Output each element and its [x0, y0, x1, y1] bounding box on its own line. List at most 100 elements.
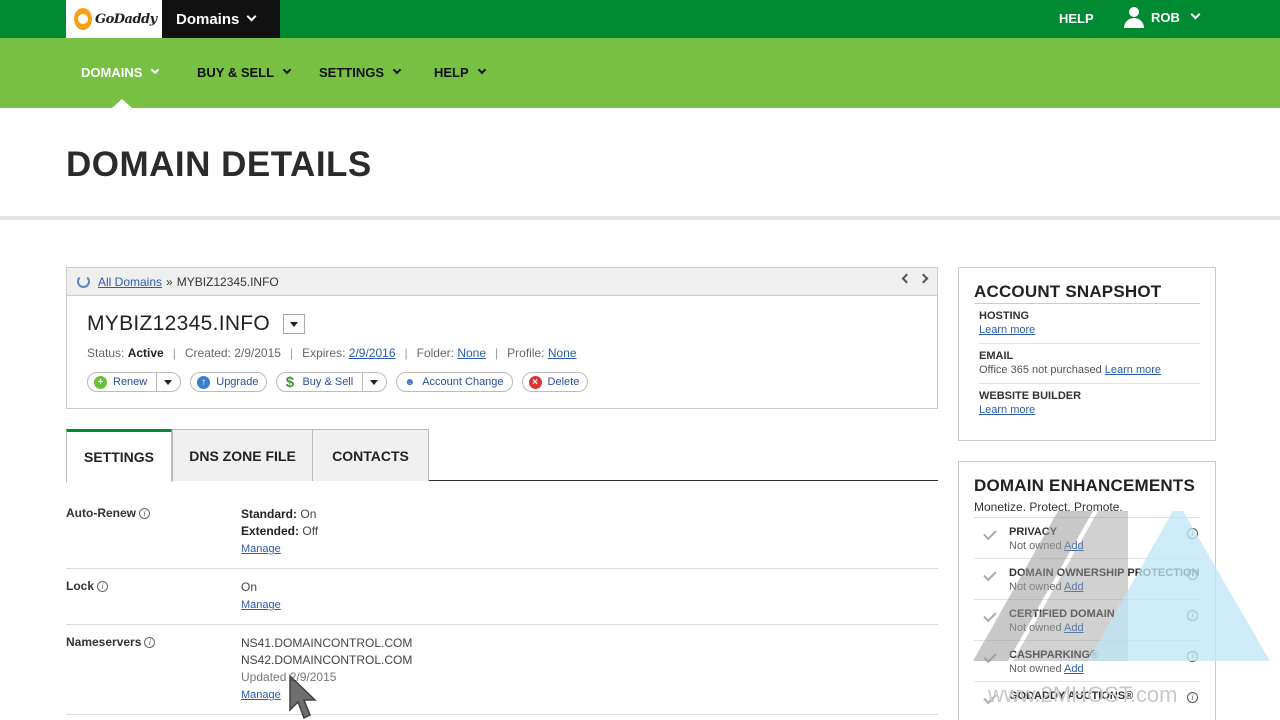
enhancement-status: Not owned: [1009, 581, 1062, 593]
enhancement-status: Not owned: [1009, 540, 1062, 552]
user-menu[interactable]: ROB: [1122, 6, 1201, 28]
snapshot-item-label: EMAIL: [979, 350, 1014, 362]
chevron-down-icon: [282, 65, 292, 74]
product-label: Domains: [176, 10, 240, 28]
help-icon[interactable]: i: [144, 636, 156, 648]
separator: |: [404, 346, 408, 360]
renew-button[interactable]: + Renew: [87, 372, 182, 392]
nav-item-domains[interactable]: DOMAINS: [81, 65, 160, 80]
enhancement-add-link[interactable]: Add: [1064, 663, 1084, 675]
website-builder-learn-more-link[interactable]: Learn more: [979, 404, 1035, 416]
upgrade-label: Upgrade: [216, 376, 259, 388]
tab-settings[interactable]: SETTINGS: [66, 429, 172, 482]
chevron-right-icon[interactable]: [918, 273, 929, 284]
all-domains-link[interactable]: All Domains: [98, 275, 162, 289]
auto-renew-manage-link[interactable]: Manage: [241, 541, 318, 558]
help-icon[interactable]: i: [1187, 569, 1198, 580]
enhancement-certified-domain: CERTIFIED DOMAIN Not owned Add i: [974, 600, 1200, 641]
email-desc: Office 365 not purchased: [979, 364, 1102, 376]
nameservers-value: NS41.DOMAINCONTROL.COM NS42.DOMAINCONTRO…: [241, 635, 412, 704]
hosting-learn-more-link[interactable]: Learn more: [979, 324, 1035, 336]
folder-link[interactable]: None: [457, 346, 486, 360]
nameservers-manage-link[interactable]: Manage: [241, 687, 412, 704]
account-change-button[interactable]: ☻ Account Change: [396, 372, 513, 392]
caret-down-icon: [164, 379, 173, 385]
snapshot-item-label: WEBSITE BUILDER: [979, 390, 1082, 402]
breadcrumb-current: MYBIZ12345.INFO: [176, 274, 279, 289]
status-value: Active: [127, 346, 164, 360]
domain-pager: [901, 273, 929, 284]
user-icon: [1122, 6, 1146, 28]
product-switcher[interactable]: Domains: [162, 0, 280, 38]
email-learn-more-link[interactable]: Learn more: [1105, 364, 1161, 376]
enhancement-add-link[interactable]: Add: [1064, 540, 1084, 552]
nameservers-updated: Updated 2/9/2015: [241, 670, 337, 684]
help-icon[interactable]: i: [1187, 651, 1198, 662]
chevron-down-icon: [477, 65, 486, 74]
tab-contacts[interactable]: CONTACTS: [312, 429, 429, 481]
renew-dropdown[interactable]: [156, 373, 173, 391]
created-label: Created:: [184, 346, 231, 360]
delete-button[interactable]: × Delete: [521, 372, 589, 392]
auto-renew-label: Auto-Renew i: [66, 506, 150, 520]
extended-label: Extended:: [241, 524, 300, 538]
buy-sell-dropdown[interactable]: [362, 373, 379, 391]
divider: [0, 216, 1280, 220]
person-icon: ☻: [404, 376, 415, 388]
main-nav: DOMAINS BUY & SELL SETTINGS HELP: [0, 38, 1280, 108]
checkmark-icon: [983, 567, 997, 582]
domain-tabs: SETTINGS DNS ZONE FILE CONTACTS: [66, 429, 938, 482]
chevron-left-icon[interactable]: [901, 273, 912, 284]
help-icon[interactable]: i: [1187, 528, 1198, 539]
mouse-cursor-icon: [289, 674, 317, 720]
enhancement-label: CASHPARKING®: [1009, 649, 1099, 661]
setting-label: Lock: [66, 579, 95, 593]
refresh-icon[interactable]: [77, 275, 90, 288]
nameservers-label: Nameservers i: [66, 635, 156, 649]
auto-renew-value: Standard: On Extended: Off Manage: [241, 506, 318, 558]
nav-label: SETTINGS: [319, 65, 385, 80]
lock-label: Lock i: [66, 579, 109, 593]
snapshot-hosting: HOSTING Learn more: [979, 304, 1200, 344]
upgrade-button[interactable]: ↑ Upgrade: [190, 372, 268, 392]
caret-down-icon: [370, 379, 379, 385]
status-label: Status:: [87, 346, 125, 360]
nameserver-2: NS42.DOMAINCONTROL.COM: [241, 653, 413, 667]
profile-label: Profile:: [507, 346, 545, 360]
enhancement-add-link[interactable]: Add: [1064, 581, 1084, 593]
domain-dropdown-button[interactable]: [283, 314, 306, 334]
profile-link[interactable]: None: [548, 346, 577, 360]
domain-actions: + Renew ↑ Upgrade $ Buy & Sell ☻ Account…: [87, 372, 589, 392]
snapshot-email: EMAIL Office 365 not purchased Learn mor…: [979, 344, 1200, 384]
caret-down-icon: [290, 321, 299, 327]
nav-item-settings[interactable]: SETTINGS: [319, 65, 402, 80]
lock-status: On: [241, 580, 258, 594]
top-help-link[interactable]: HELP: [1059, 11, 1094, 26]
top-bar: GoDaddy Domains HELP ROB: [0, 0, 1280, 38]
setting-label: Auto-Renew: [66, 506, 136, 520]
expires-link[interactable]: 2/9/2016: [349, 346, 396, 360]
chevron-down-icon: [151, 65, 160, 74]
delete-icon: ×: [528, 375, 542, 389]
nav-item-help[interactable]: HELP: [434, 65, 486, 80]
standard-value: On: [300, 507, 317, 521]
enhancement-add-link[interactable]: Add: [1064, 622, 1084, 634]
enhancement-label: GODADDY AUCTIONS®: [1009, 690, 1134, 702]
help-icon[interactable]: i: [1187, 692, 1198, 703]
godaddy-logo[interactable]: GoDaddy: [66, 0, 162, 38]
buy-sell-button[interactable]: $ Buy & Sell: [276, 372, 388, 392]
breadcrumb: All Domains » MYBIZ12345.INFO: [67, 268, 937, 296]
checkmark-icon: [983, 649, 997, 664]
tab-dns-zone-file[interactable]: DNS ZONE FILE: [172, 429, 313, 481]
lock-manage-link[interactable]: Manage: [241, 597, 281, 614]
help-icon[interactable]: i: [1187, 610, 1198, 621]
buy-sell-label: Buy & Sell: [302, 376, 354, 388]
folder-label: Folder:: [416, 346, 454, 360]
help-icon[interactable]: i: [97, 580, 109, 592]
nav-label: BUY & SELL: [197, 65, 275, 80]
domain-enhancements-panel: DOMAIN ENHANCEMENTS Monetize. Protect. P…: [958, 461, 1216, 720]
nav-item-buy-sell[interactable]: BUY & SELL: [197, 65, 292, 80]
setting-label: Nameservers: [66, 635, 142, 649]
enhancement-label: CERTIFIED DOMAIN: [1009, 608, 1115, 620]
help-icon[interactable]: i: [139, 507, 150, 519]
